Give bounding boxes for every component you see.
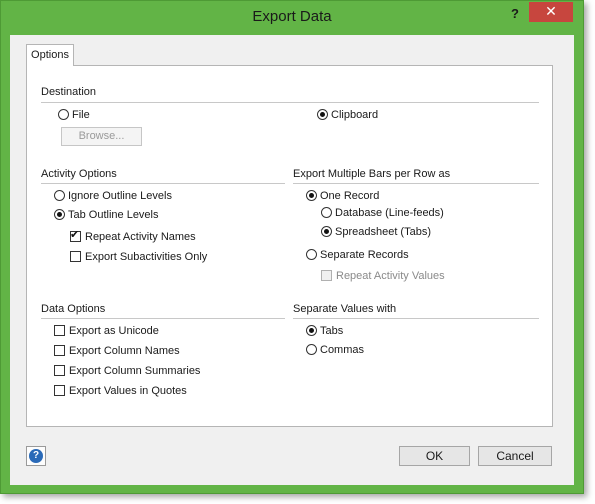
destination-file-option[interactable]: File: [58, 107, 90, 123]
database-radio[interactable]: [321, 207, 332, 218]
window-title: Export Data: [252, 8, 332, 25]
commas-radio[interactable]: [306, 344, 317, 355]
database-line-feeds-option[interactable]: Database (Line-feeds): [321, 205, 444, 221]
separator-divider: [293, 318, 539, 319]
data-options-divider: [41, 318, 285, 319]
tab-outline-levels-option[interactable]: Tab Outline Levels: [54, 207, 159, 223]
repeat-activity-names-label: Repeat Activity Names: [85, 231, 196, 243]
spreadsheet-radio[interactable]: [321, 226, 332, 237]
repeat-activity-values-option[interactable]: Repeat Activity Values: [321, 268, 445, 284]
one-record-radio[interactable]: [306, 190, 317, 201]
repeat-activity-names-checkbox[interactable]: [70, 231, 81, 242]
ignore-outline-label: Ignore Outline Levels: [68, 190, 172, 202]
tab-outline-radio[interactable]: [54, 209, 65, 220]
export-data-window: Export Data ? ✕ Options Destination File…: [0, 0, 584, 494]
close-button[interactable]: ✕: [529, 2, 573, 22]
activity-options-group-label: Activity Options: [41, 168, 117, 180]
destination-clipboard-option[interactable]: Clipboard: [317, 107, 378, 123]
cancel-button[interactable]: Cancel: [478, 446, 552, 466]
one-record-option[interactable]: One Record: [306, 188, 379, 204]
title-help-button[interactable]: ?: [505, 6, 525, 22]
database-label: Database (Line-feeds): [335, 207, 444, 219]
options-panel: Destination File Clipboard Browse... Act…: [26, 65, 553, 427]
export-column-summaries-checkbox[interactable]: [54, 365, 65, 376]
title-bar[interactable]: Export Data ? ✕: [1, 1, 583, 35]
browse-button[interactable]: Browse...: [61, 127, 142, 146]
file-radio[interactable]: [58, 109, 69, 120]
separate-records-option[interactable]: Separate Records: [306, 247, 409, 263]
spreadsheet-label: Spreadsheet (Tabs): [335, 226, 431, 238]
repeat-activity-names-option[interactable]: Repeat Activity Names: [70, 229, 196, 245]
help-button[interactable]: ?: [26, 446, 46, 466]
repeat-activity-values-label: Repeat Activity Values: [336, 270, 445, 282]
clipboard-label: Clipboard: [331, 109, 379, 121]
ignore-outline-radio[interactable]: [54, 190, 65, 201]
multibar-group-label: Export Multiple Bars per Row as: [293, 168, 451, 180]
export-subactivities-label: Export Subactivities Only: [85, 251, 208, 263]
export-subactivities-option[interactable]: Export Subactivities Only: [70, 249, 207, 265]
tab-outline-label: Tab Outline Levels: [68, 209, 159, 221]
export-column-names-label: Export Column Names: [69, 345, 180, 357]
export-column-names-checkbox[interactable]: [54, 345, 65, 356]
export-values-quotes-option[interactable]: Export Values in Quotes: [54, 383, 187, 399]
export-unicode-checkbox[interactable]: [54, 325, 65, 336]
export-values-quotes-label: Export Values in Quotes: [69, 385, 187, 397]
export-unicode-label: Export as Unicode: [69, 325, 159, 337]
destination-group-label: Destination: [41, 86, 97, 98]
tabs-label: Tabs: [320, 325, 344, 337]
activity-options-divider: [41, 183, 285, 184]
export-unicode-option[interactable]: Export as Unicode: [54, 323, 159, 339]
dialog-client-area: Options Destination File Clipboard Brows…: [10, 35, 574, 485]
separator-group-label: Separate Values with: [293, 303, 397, 315]
destination-divider: [41, 102, 539, 103]
export-column-names-option[interactable]: Export Column Names: [54, 343, 180, 359]
commas-separator-option[interactable]: Commas: [306, 342, 364, 358]
file-label: File: [72, 109, 90, 121]
separate-records-label: Separate Records: [320, 249, 409, 261]
export-column-summaries-option[interactable]: Export Column Summaries: [54, 363, 200, 379]
spreadsheet-tabs-option[interactable]: Spreadsheet (Tabs): [321, 224, 431, 240]
one-record-label: One Record: [320, 190, 380, 202]
tabs-separator-option[interactable]: Tabs: [306, 323, 343, 339]
clipboard-radio[interactable]: [317, 109, 328, 120]
ignore-outline-levels-option[interactable]: Ignore Outline Levels: [54, 188, 172, 204]
tabs-radio[interactable]: [306, 325, 317, 336]
separate-records-radio[interactable]: [306, 249, 317, 260]
repeat-activity-values-checkbox[interactable]: [321, 270, 332, 281]
data-options-group-label: Data Options: [41, 303, 106, 315]
tab-options[interactable]: Options: [26, 44, 74, 66]
help-icon: ?: [29, 449, 43, 463]
multibar-divider: [293, 183, 539, 184]
export-subactivities-checkbox[interactable]: [70, 251, 81, 262]
ok-button[interactable]: OK: [399, 446, 470, 466]
export-values-quotes-checkbox[interactable]: [54, 385, 65, 396]
export-column-summaries-label: Export Column Summaries: [69, 365, 201, 377]
commas-label: Commas: [320, 344, 365, 356]
